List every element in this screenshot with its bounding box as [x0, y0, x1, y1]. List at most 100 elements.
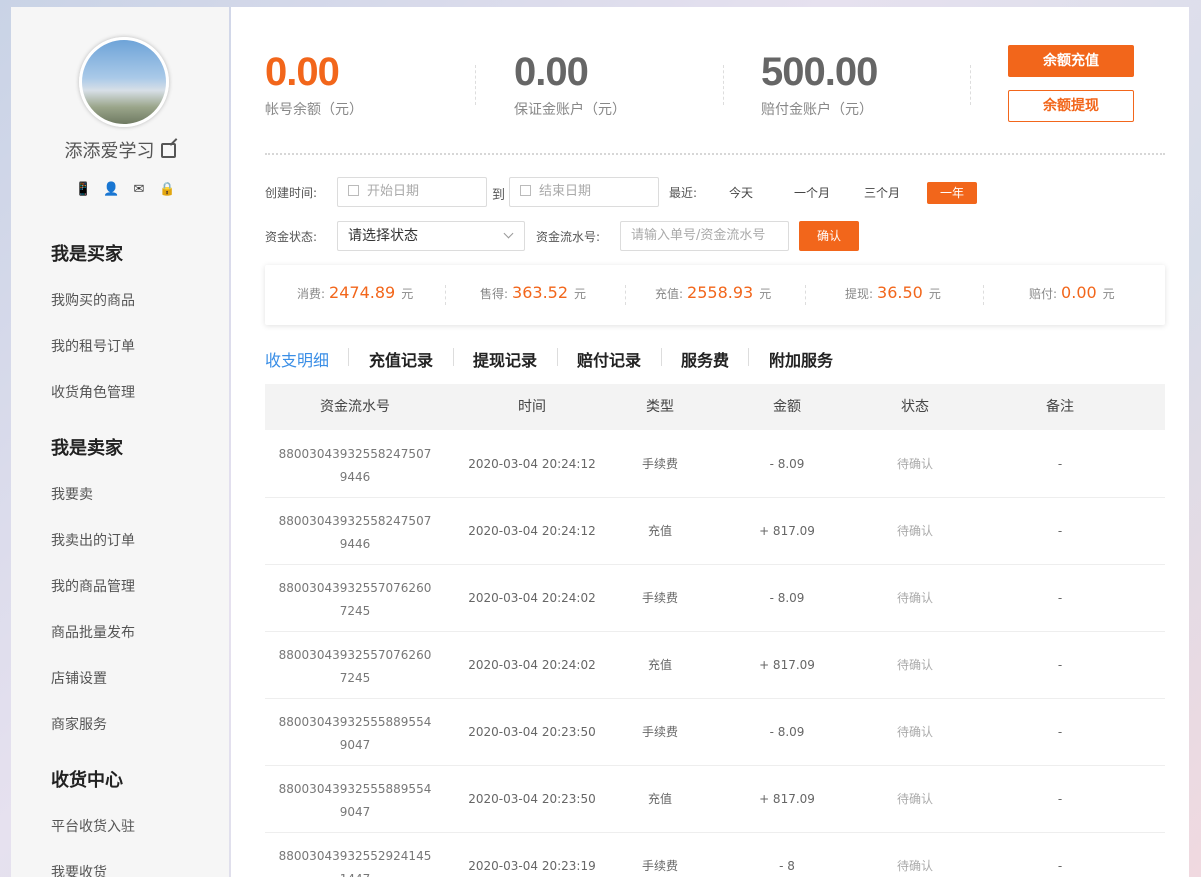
tab-additional-services[interactable]: 附加服务 — [769, 347, 833, 371]
serial-cell: 880030439325582475079446 — [278, 447, 432, 484]
serial-input[interactable]: 请输入单号/资金流水号 — [620, 221, 789, 251]
stats-summary: 消费: 2474.89 元 售得: 363.52 元 充值: 2558.93 元 提现: 36… — [265, 265, 1165, 325]
balance-deposit: 0.00 保证金账户（元） — [514, 47, 626, 119]
sidebar-item-batch-publish[interactable]: 商品批量发布 — [51, 622, 135, 642]
sidebar-section-buyer: 我是买家 — [51, 244, 123, 265]
remark-cell: - — [1057, 658, 1063, 672]
fund-status-label: 资金状态: — [265, 230, 318, 244]
type-cell: 手续费 — [641, 725, 678, 739]
status-cell: 待确认 — [896, 591, 933, 605]
withdraw-button[interactable]: 余额提现 — [1008, 90, 1134, 122]
sidebar-item-sold-orders[interactable]: 我卖出的订单 — [51, 530, 135, 550]
divider — [661, 348, 662, 366]
start-date-placeholder: 开始日期 — [367, 184, 420, 199]
balance-deposit-label: 保证金账户（元） — [514, 102, 626, 118]
table-row: 880030439325570762607245 2020-03-04 20:24… — [265, 632, 1165, 699]
fund-status-value: 请选择状态 — [348, 228, 418, 244]
avatar[interactable] — [79, 37, 169, 127]
sidebar-item-shop-settings[interactable]: 店铺设置 — [51, 668, 107, 688]
sidebar-item-roles[interactable]: 收货角色管理 — [51, 382, 135, 402]
stat-value: 2474.89 — [329, 283, 396, 302]
divider — [475, 65, 476, 105]
divider — [983, 285, 984, 305]
stat-label: 提现: — [845, 287, 874, 301]
tab-compensation-records[interactable]: 赔付记录 — [577, 347, 641, 371]
balance-compensation-value: 500.00 — [761, 50, 878, 94]
time-cell: 2020-03-04 20:23:50 — [468, 792, 596, 806]
stat-value: 0.00 — [1061, 283, 1097, 302]
main-content: 0.00 帐号余额（元） 0.00 保证金账户（元） 500.00 赔付金账户（… — [231, 7, 1189, 877]
column-header: 金额 — [773, 399, 801, 415]
serial-cell: 880030439325529241451447 — [278, 849, 432, 877]
sidebar-item-merchant-service[interactable]: 商家服务 — [51, 714, 107, 734]
remark-cell: - — [1057, 591, 1063, 605]
sidebar-item-sell[interactable]: 我要卖 — [51, 484, 93, 504]
sidebar-item-join-receiving[interactable]: 平台收货入驻 — [51, 816, 135, 836]
status-cell: 待确认 — [896, 792, 933, 806]
stat-sold: 售得: 363.52 元 — [480, 283, 586, 302]
stat-compensation: 赔付: 0.00 元 — [1029, 283, 1115, 302]
stat-unit: 元 — [759, 287, 772, 301]
mail-icon[interactable]: ✉ — [131, 182, 147, 198]
user-name-row: 添添爱学习 — [11, 137, 229, 163]
stat-value: 2558.93 — [687, 283, 754, 302]
column-header: 时间 — [518, 399, 546, 415]
sidebar: 添添爱学习 📱 👤 ✉ 🔒 我是买家 我购买的商品 我的租号订单 收货角色管理 … — [11, 7, 229, 877]
table-header: 资金流水号 时间 类型 金额 状态 备注 — [265, 384, 1165, 430]
user-icon[interactable]: 👤 — [103, 182, 119, 198]
balance-account-label: 帐号余额（元） — [265, 102, 363, 118]
stat-value: 36.50 — [877, 283, 923, 302]
divider — [970, 65, 971, 105]
sidebar-item-receive[interactable]: 我要收货 — [51, 862, 107, 877]
amount-cell: - 8.09 — [769, 591, 805, 605]
quick-year-button[interactable]: 一年 — [927, 182, 977, 204]
tab-income-expense[interactable]: 收支明细 — [265, 347, 329, 371]
status-cell: 待确认 — [896, 658, 933, 672]
amount-cell: - 8.09 — [769, 725, 805, 739]
sidebar-section-receiving: 收货中心 — [51, 770, 123, 791]
tab-withdraw-records[interactable]: 提现记录 — [473, 347, 537, 371]
stat-unit: 元 — [928, 287, 941, 301]
table-row: 880030439325582475079446 2020-03-04 20:24… — [265, 431, 1165, 498]
table-row: 880030439325582475079446 2020-03-04 20:24… — [265, 498, 1165, 565]
start-date-input[interactable]: 开始日期 — [337, 177, 487, 207]
type-cell: 手续费 — [641, 457, 678, 471]
date-range-to: 到 — [492, 188, 506, 203]
balance-account: 0.00 帐号余额（元） — [265, 47, 363, 119]
type-cell: 手续费 — [641, 859, 678, 873]
status-cell: 待确认 — [896, 524, 933, 538]
confirm-button[interactable]: 确认 — [799, 221, 859, 251]
amount-cell: - 8 — [779, 859, 795, 873]
sidebar-item-goods-manage[interactable]: 我的商品管理 — [51, 576, 135, 596]
account-icons: 📱 👤 ✉ 🔒 — [75, 182, 175, 198]
tab-recharge-records[interactable]: 充值记录 — [369, 347, 433, 371]
time-cell: 2020-03-04 20:24:12 — [468, 524, 596, 538]
divider — [445, 285, 446, 305]
edit-icon[interactable] — [160, 143, 176, 158]
stat-value: 363.52 — [512, 283, 569, 302]
end-date-placeholder: 结束日期 — [539, 184, 592, 199]
amount-cell: + 817.09 — [759, 658, 815, 672]
end-date-input[interactable]: 结束日期 — [509, 177, 659, 207]
quick-month-button[interactable]: 一个月 — [787, 182, 837, 204]
table-row: 880030439325558895549047 2020-03-04 20:23… — [265, 766, 1165, 833]
time-cell: 2020-03-04 20:24:02 — [468, 591, 596, 605]
amount-cell: - 8.09 — [769, 457, 805, 471]
quick-three-months-button[interactable]: 三个月 — [857, 182, 907, 204]
recharge-button[interactable]: 余额充值 — [1008, 45, 1134, 77]
column-header: 备注 — [1046, 399, 1074, 415]
type-cell: 充值 — [647, 524, 672, 538]
quick-today-button[interactable]: 今天 — [719, 182, 763, 204]
stat-consume: 消费: 2474.89 元 — [297, 283, 413, 302]
lock-icon[interactable]: 🔒 — [159, 182, 175, 198]
balance-compensation-label: 赔付金账户（元） — [761, 102, 873, 118]
phone-icon[interactable]: 📱 — [75, 182, 91, 198]
type-cell: 手续费 — [641, 591, 678, 605]
tab-service-fee[interactable]: 服务费 — [681, 347, 729, 371]
calendar-icon — [520, 185, 531, 196]
calendar-icon — [348, 185, 359, 196]
sidebar-item-purchased[interactable]: 我购买的商品 — [51, 290, 135, 310]
sidebar-item-rental-orders[interactable]: 我的租号订单 — [51, 336, 135, 356]
fund-status-select[interactable]: 请选择状态 — [337, 221, 525, 251]
stat-label: 赔付: — [1029, 287, 1058, 301]
